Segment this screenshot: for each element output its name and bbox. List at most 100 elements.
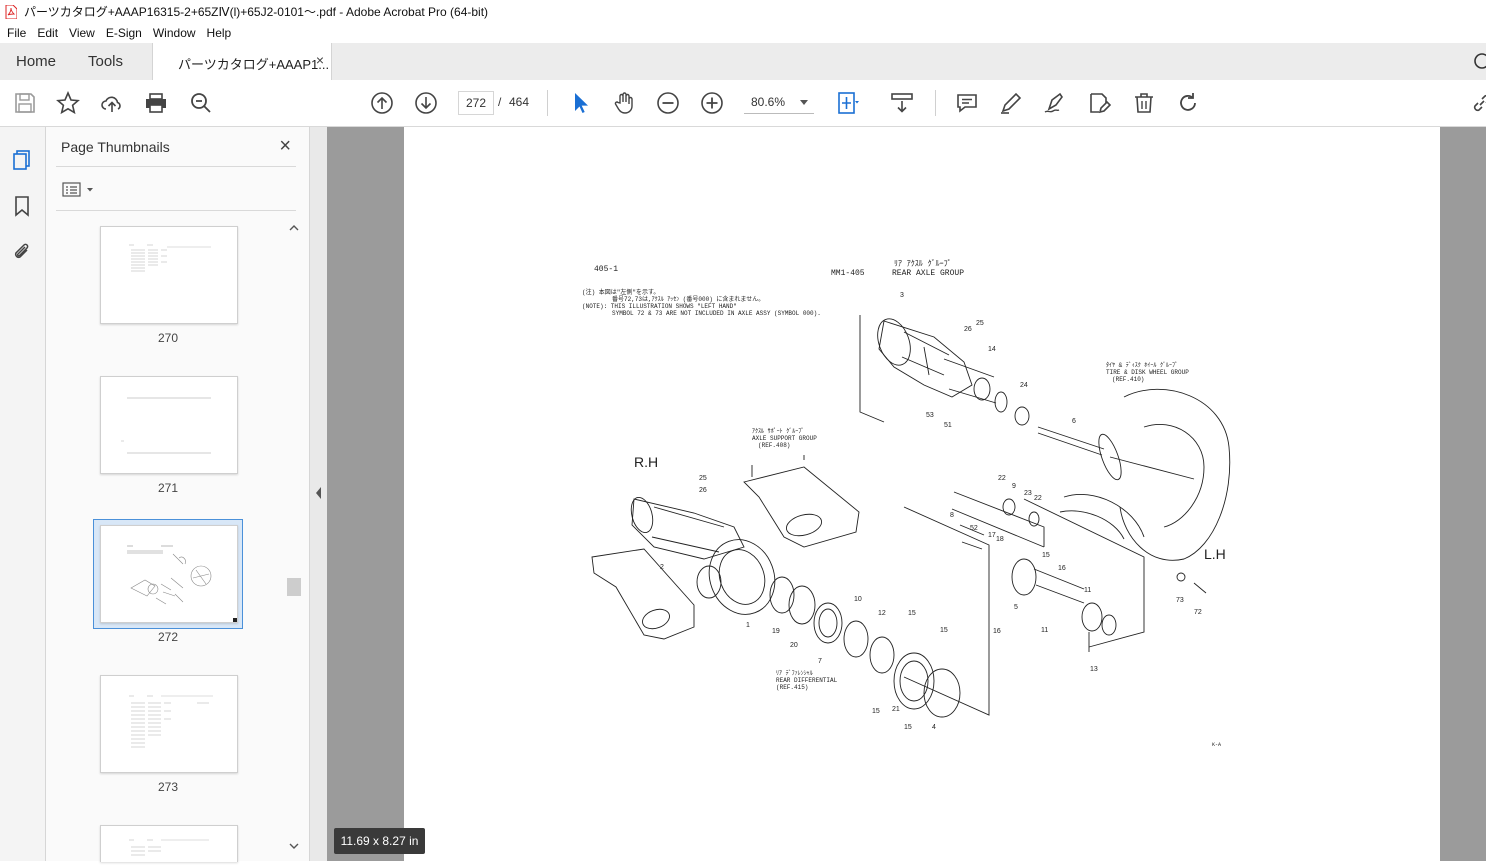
menu-file[interactable]: File (7, 26, 26, 40)
page-total: 464 (509, 95, 530, 109)
thumbnail-label: 273 (157, 780, 179, 794)
callout-number: 2 (660, 564, 664, 571)
rear-diff-label: REAR DIFFERENTIAL (776, 677, 838, 684)
rear-diff-jp-label: ﾘｱ ﾃﾞﾌｧﾚﾝｼｬﾙ (776, 670, 813, 677)
sign-button[interactable] (1043, 91, 1067, 115)
callout-number: 11 (1084, 587, 1091, 594)
signature-pen-icon (1044, 92, 1063, 113)
callout-number: 15 (872, 708, 880, 715)
callout-number: 25 (699, 475, 707, 482)
zoom-out-button[interactable] (656, 91, 680, 115)
thumbnail-preview (127, 545, 239, 624)
thumbnail-scrollbar[interactable] (287, 220, 301, 860)
scroll-mode-button[interactable] (890, 91, 914, 115)
tab-tools[interactable]: Tools (88, 53, 123, 70)
callout-number: 14 (988, 346, 996, 353)
thumbnail-label: 272 (157, 630, 179, 644)
collapse-panel-icon[interactable] (310, 127, 327, 861)
redo-button[interactable] (1176, 91, 1200, 115)
thumbnail-preview (121, 397, 211, 454)
comment-icon (957, 94, 977, 113)
tire-group-ref-label: (REF.410) (1112, 376, 1144, 383)
thumbnail-page-273[interactable] (100, 675, 238, 773)
tab-close-button[interactable]: × (316, 52, 324, 68)
tab-document[interactable]: パーツカタログ+AAAP1... × (152, 43, 332, 81)
rear-diff-ref-label: (REF.415) (776, 684, 808, 691)
cursor-arrow-icon (575, 93, 588, 113)
next-page-button[interactable] (414, 91, 438, 115)
panel-divider (56, 166, 296, 167)
upload-button[interactable] (100, 91, 124, 115)
page-thumbnails-panel: Page Thumbnails × 270 271 272 273 (46, 127, 310, 862)
rotate-clockwise-icon (1180, 93, 1196, 111)
select-tool-button[interactable] (568, 91, 592, 115)
thumbnail-label: 271 (157, 481, 179, 495)
trash-icon (1135, 93, 1153, 113)
callout-number: 20 (790, 642, 798, 649)
previous-page-button[interactable] (370, 91, 394, 115)
callout-number: 22 (1034, 495, 1042, 502)
page-number-input[interactable]: 272 (458, 91, 494, 115)
bookmark-star-button[interactable] (56, 90, 80, 115)
callout-number: 15 (908, 610, 916, 617)
bookmark-icon[interactable] (11, 195, 33, 217)
axle-support-ref-label: (REF.408) (758, 442, 790, 449)
fit-page-icon (838, 92, 859, 114)
thumbnail-page-270[interactable] (100, 226, 238, 324)
hand-tool-button[interactable] (612, 91, 636, 115)
callout-number: 53 (926, 412, 934, 419)
edit-document-icon (1090, 93, 1112, 114)
print-button[interactable] (144, 91, 168, 115)
note-line-2: SYMBOL 72 & 73 ARE NOT INCLUDED IN AXLE … (612, 310, 821, 317)
menu-edit[interactable]: Edit (37, 26, 58, 40)
zoom-in-button[interactable] (700, 91, 724, 115)
callout-number: 4 (932, 724, 936, 731)
thumbnail-label: 270 (157, 331, 179, 345)
comment-button[interactable] (955, 91, 979, 115)
callout-number: 13 (1090, 666, 1098, 673)
panel-splitter[interactable] (310, 127, 327, 861)
zoom-level-value: 80.6% (751, 95, 786, 109)
delete-button[interactable] (1132, 91, 1156, 115)
callout-number: 24 (1020, 382, 1028, 389)
search-icon[interactable] (1472, 51, 1486, 71)
menu-help[interactable]: Help (207, 26, 232, 40)
group-name-text: REAR AXLE GROUP (892, 269, 964, 278)
thumbnail-page-271[interactable] (100, 376, 238, 474)
tab-home[interactable]: Home (16, 53, 56, 70)
menu-view[interactable]: View (69, 26, 95, 40)
callout-number: 52 (970, 525, 978, 532)
menu-bar: File Edit View E-Sign Window Help (0, 23, 1486, 43)
note-jp-line-1: (注) 本図は"左側"を示す。 (582, 288, 659, 296)
page-thumbnails-icon[interactable] (11, 149, 33, 171)
menu-esign[interactable]: E-Sign (106, 26, 142, 40)
title-bar: パーツカタログ+AAAP16315-2+65ZⅣ(l)+65J2-0101～.p… (0, 0, 1486, 23)
callout-number: 72 (1194, 609, 1202, 616)
panel-close-button[interactable]: × (279, 135, 291, 158)
callout-number: 10 (854, 596, 862, 603)
scroll-down-arrow-icon (289, 843, 299, 849)
zoom-level-dropdown[interactable]: 80.6% (744, 91, 814, 114)
corner-mark-text: K-A (1212, 742, 1221, 748)
find-button[interactable] (189, 91, 213, 115)
attachment-icon[interactable] (11, 241, 33, 263)
thumbnail-page-272[interactable] (100, 525, 239, 624)
callout-number: 8 (950, 512, 954, 519)
menu-window[interactable]: Window (153, 26, 196, 40)
page-size-tooltip: 11.69 x 8.27 in (334, 828, 425, 854)
thumbnail-options-icon[interactable] (62, 182, 98, 198)
right-hand-label: R.H (634, 454, 658, 470)
highlight-button[interactable] (999, 91, 1023, 115)
thumbnail-preview (129, 695, 213, 748)
thumbnail-preview (129, 244, 211, 272)
edit-pdf-button[interactable] (1087, 91, 1112, 115)
fit-page-button[interactable] (836, 91, 860, 115)
axle-support-label: AXLE SUPPORT GROUP (752, 435, 817, 442)
hand-icon (614, 92, 633, 114)
thumbnail-page-274[interactable] (100, 825, 238, 862)
scroll-up-arrow-icon (289, 225, 299, 231)
arrow-up-circle-icon (371, 92, 393, 114)
save-button[interactable] (13, 91, 37, 115)
share-link-button[interactable] (1470, 91, 1486, 115)
callout-number: 73 (1176, 597, 1184, 604)
